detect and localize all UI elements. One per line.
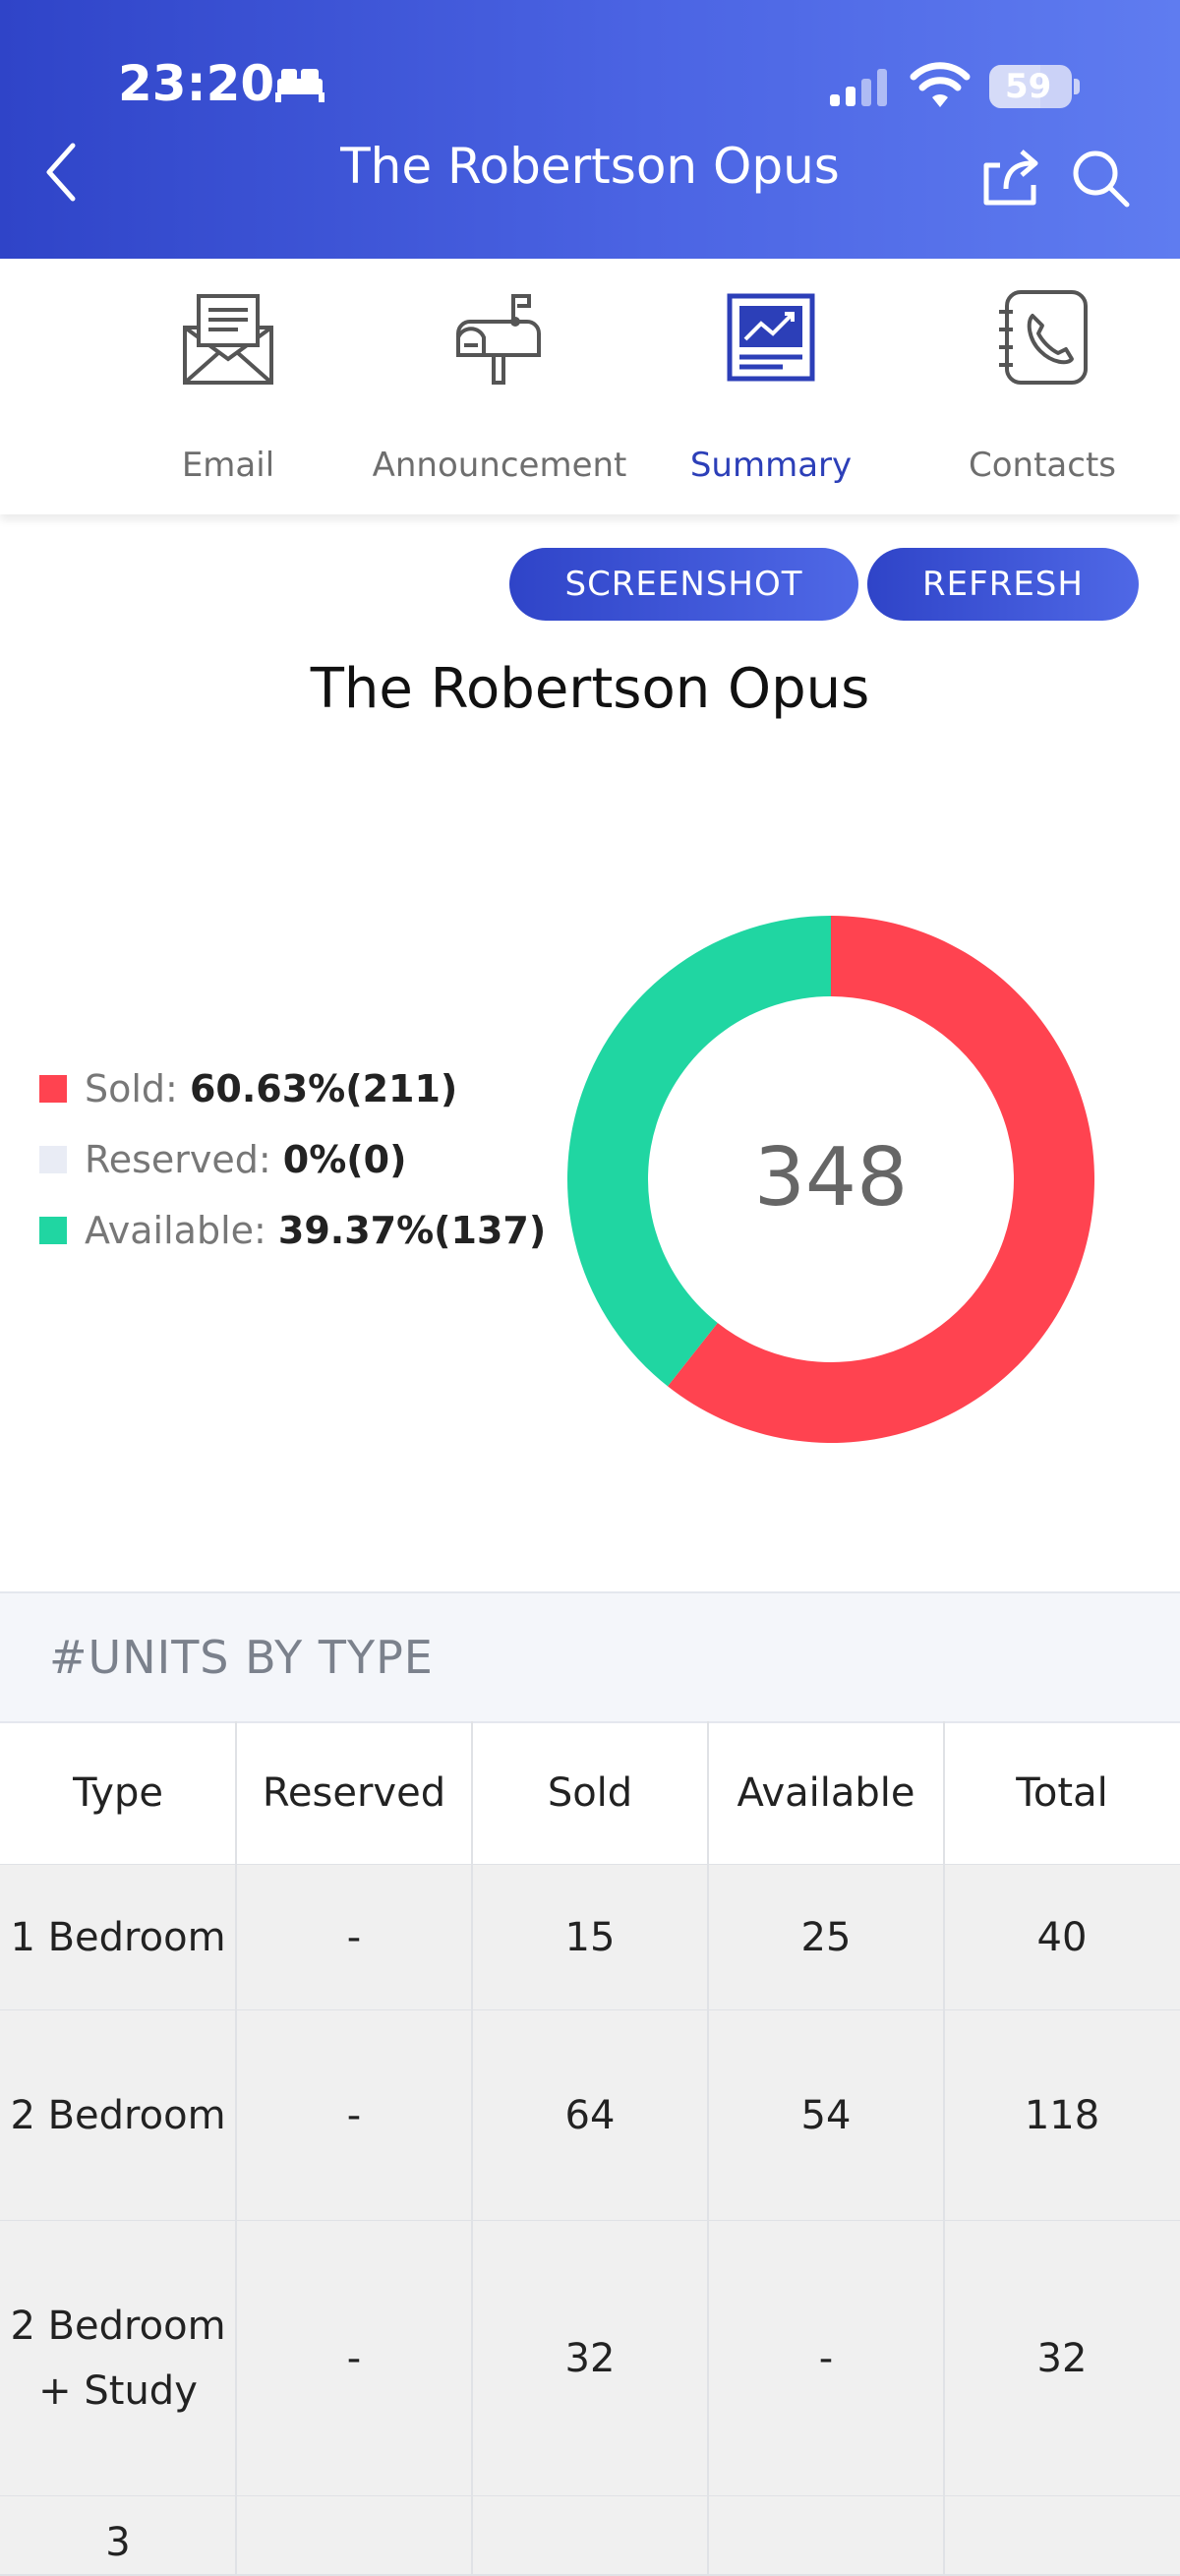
legend-reserved-name: Reserved: bbox=[85, 1138, 271, 1181]
phone-book-icon bbox=[999, 290, 1088, 385]
legend-swatch-sold bbox=[39, 1075, 67, 1103]
tab-announcement[interactable]: Announcement bbox=[352, 288, 647, 485]
table-cell: - bbox=[346, 2336, 362, 2381]
units-by-type-header: #UNITS BY TYPE bbox=[0, 1591, 1180, 1723]
chart-title: The Robertson Opus bbox=[310, 657, 870, 721]
table-cell: 40 bbox=[1036, 1915, 1088, 1960]
chart-report-icon bbox=[727, 293, 815, 382]
table-cell: 54 bbox=[800, 2093, 852, 2138]
status-time: 23:20 bbox=[118, 55, 275, 112]
share-icon[interactable] bbox=[978, 146, 1043, 209]
table-column-divider bbox=[235, 1721, 237, 2575]
tab-summary-label: Summary bbox=[689, 446, 853, 485]
tab-contacts-label: Contacts bbox=[969, 446, 1116, 485]
section-title: #UNITS BY TYPE bbox=[49, 1631, 434, 1684]
search-icon[interactable] bbox=[1070, 148, 1133, 210]
table-cell: 32 bbox=[1036, 2336, 1088, 2381]
legend-reserved-value: 0%(0) bbox=[282, 1138, 407, 1181]
tab-email[interactable]: Email bbox=[81, 288, 376, 485]
envelope-icon bbox=[183, 294, 273, 385]
donut-total-label: 348 bbox=[753, 1131, 909, 1225]
table-header-cell: Type bbox=[73, 1770, 163, 1816]
tab-bar: Email Announcement Summary Contacts bbox=[0, 259, 1180, 514]
wifi-icon bbox=[910, 62, 971, 107]
table-cell: 32 bbox=[564, 2336, 616, 2381]
battery-tip bbox=[1074, 79, 1080, 94]
table-cell bbox=[236, 2496, 472, 2575]
table-cell: 3 bbox=[105, 2520, 131, 2565]
legend-swatch-available bbox=[39, 1217, 67, 1244]
legend-available-value: 39.37%(137) bbox=[277, 1209, 547, 1252]
table-cell: 2 Bedroom + Study bbox=[10, 2304, 226, 2414]
table-cell bbox=[472, 2496, 708, 2575]
table-cell: - bbox=[346, 1915, 362, 1960]
screenshot-button[interactable]: SCREENSHOT bbox=[509, 548, 858, 621]
legend-swatch-reserved bbox=[39, 1146, 67, 1173]
table-cell: 15 bbox=[564, 1915, 616, 1960]
table-column-divider bbox=[471, 1721, 473, 2575]
battery-indicator: 59 bbox=[989, 65, 1072, 108]
table-header-cell: Reserved bbox=[262, 1770, 446, 1816]
tab-email-label: Email bbox=[181, 446, 275, 485]
table-cell: - bbox=[346, 2093, 362, 2138]
table-cell: 2 Bedroom bbox=[10, 2093, 226, 2138]
cellular-signal-icon bbox=[830, 69, 887, 106]
table-cell: 25 bbox=[800, 1915, 852, 1960]
tab-announcement-label: Announcement bbox=[372, 446, 627, 485]
table-cell: 64 bbox=[564, 2093, 616, 2138]
app-header: 23:20 59 The Robertson Opus bbox=[0, 0, 1180, 259]
table-header-cell: Total bbox=[1016, 1770, 1108, 1816]
bed-icon bbox=[275, 69, 324, 102]
tab-contacts[interactable]: Contacts bbox=[895, 288, 1180, 485]
legend-sold-name: Sold: bbox=[85, 1067, 178, 1110]
table-cell: 1 Bedroom bbox=[10, 1915, 226, 1960]
table-column-divider bbox=[707, 1721, 709, 2575]
table-cell bbox=[944, 2496, 1180, 2575]
mailbox-icon bbox=[456, 294, 541, 385]
refresh-button[interactable]: REFRESH bbox=[867, 548, 1139, 621]
table-header-cell: Sold bbox=[547, 1770, 633, 1816]
table-cell bbox=[708, 2496, 944, 2575]
table-header-cell: Available bbox=[737, 1770, 915, 1816]
table-cell: - bbox=[818, 2336, 834, 2381]
tab-summary[interactable]: Summary bbox=[623, 288, 918, 485]
table-cell: 118 bbox=[1024, 2093, 1100, 2138]
table-column-divider bbox=[943, 1721, 945, 2575]
legend-available-name: Available: bbox=[85, 1209, 266, 1252]
legend-sold-value: 60.63%(211) bbox=[189, 1067, 458, 1110]
